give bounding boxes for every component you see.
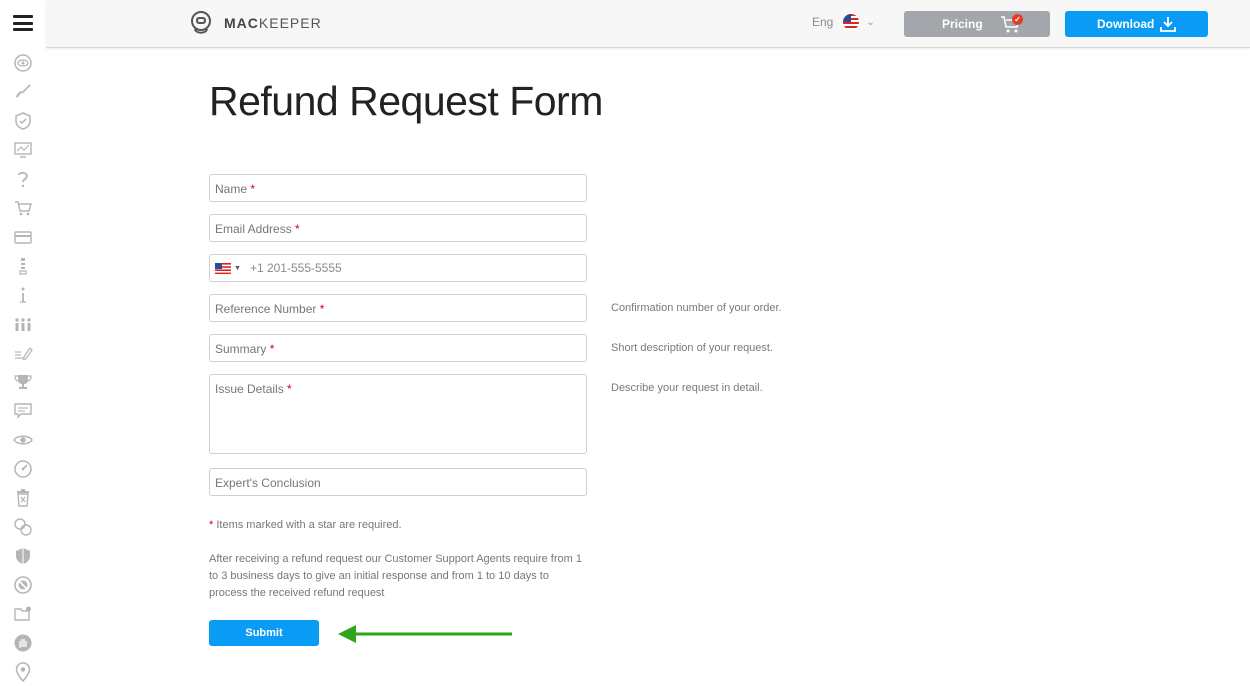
location-pin-icon[interactable] <box>0 657 46 686</box>
folder-gear-icon[interactable] <box>0 599 46 628</box>
mackeeper-logo[interactable]: MACKEEPER <box>190 10 322 36</box>
green-arrow-icon <box>338 625 512 643</box>
monitor-chart-icon[interactable] <box>0 135 46 164</box>
shield-check-icon[interactable] <box>0 106 46 135</box>
conclusion-placeholder: Expert's Conclusion <box>215 476 321 490</box>
required-star: * <box>319 302 325 316</box>
summary-hint: Short description of your request. <box>611 342 774 354</box>
required-note-text: Items marked with a star are required. <box>216 519 402 531</box>
name-placeholder: Name <box>215 182 248 196</box>
page-title: Refund Request Form <box>209 78 603 124</box>
required-star: * <box>295 222 300 236</box>
download-button[interactable]: Download <box>1065 11 1208 37</box>
hamburger-menu-icon[interactable] <box>13 15 33 31</box>
language-label: Eng <box>812 15 834 29</box>
eye-icon[interactable] <box>0 425 46 454</box>
summary-field[interactable]: Summary * <box>209 334 587 362</box>
phone-placeholder: +1 201-555-5555 <box>249 261 342 275</box>
issue-details-textarea[interactable]: Issue Details * <box>209 374 587 454</box>
chevron-down-icon: ⌄ <box>866 16 875 28</box>
info-icon[interactable] <box>0 280 46 309</box>
zipper-icon[interactable] <box>0 251 46 280</box>
circles-icon[interactable] <box>0 512 46 541</box>
trash-icon[interactable] <box>0 483 46 512</box>
phone-field[interactable]: ▼ +1 201-555-5555 <box>209 254 587 282</box>
astronaut-logo-icon <box>191 11 211 34</box>
pricing-button[interactable]: Pricing ✓ <box>904 11 1050 37</box>
submit-button[interactable]: Submit <box>209 620 319 646</box>
reference-number-field[interactable]: Reference Number * <box>209 294 587 322</box>
credit-card-icon[interactable] <box>0 222 46 251</box>
download-icon <box>1160 17 1176 32</box>
gauge-icon[interactable] <box>0 454 46 483</box>
download-label: Download <box>1097 17 1155 31</box>
required-star: * <box>209 519 214 531</box>
sidebar <box>0 0 46 686</box>
us-flag-icon <box>843 14 860 30</box>
pricing-label: Pricing <box>942 17 983 31</box>
sidebar-icon-list <box>0 48 46 686</box>
required-star: * <box>287 382 292 396</box>
issue-hint: Describe your request in detail. <box>611 382 763 394</box>
cart-badge: ✓ <box>1012 14 1023 25</box>
reference-placeholder: Reference Number <box>215 302 317 316</box>
refund-info-text: After receiving a refund request our Cus… <box>209 553 582 599</box>
email-field[interactable]: Email Address * <box>209 214 587 242</box>
hand-icon[interactable] <box>0 628 46 657</box>
cart-icon[interactable] <box>0 193 46 222</box>
reference-hint: Confirmation number of your order. <box>611 302 782 314</box>
experts-conclusion-field[interactable]: Expert's Conclusion <box>209 468 587 496</box>
shield-icon[interactable] <box>0 541 46 570</box>
name-field[interactable]: Name * <box>209 174 587 202</box>
email-placeholder: Email Address <box>215 222 292 236</box>
logo-wordmark: MACKEEPER <box>224 15 322 31</box>
required-star: * <box>250 182 256 196</box>
trophy-icon[interactable] <box>0 367 46 396</box>
people-icon[interactable] <box>0 309 46 338</box>
top-header: MACKEEPER Eng ⌄ Pricing ✓ Download <box>46 0 1250 48</box>
issue-placeholder: Issue Details <box>215 382 284 396</box>
question-icon[interactable] <box>0 164 46 193</box>
chat-icon[interactable] <box>0 396 46 425</box>
required-note: * Items marked with a star are required. <box>209 519 402 531</box>
required-star: * <box>269 342 275 356</box>
language-selector[interactable]: Eng ⌄ <box>812 14 875 30</box>
broom-icon[interactable] <box>0 77 46 106</box>
us-flag-icon[interactable] <box>215 262 231 274</box>
summary-placeholder: Summary <box>215 342 267 356</box>
eye-scan-icon[interactable] <box>0 48 46 77</box>
country-dropdown-caret-icon[interactable]: ▼ <box>234 265 241 272</box>
blocked-icon[interactable] <box>0 570 46 599</box>
edit-list-icon[interactable] <box>0 338 46 367</box>
